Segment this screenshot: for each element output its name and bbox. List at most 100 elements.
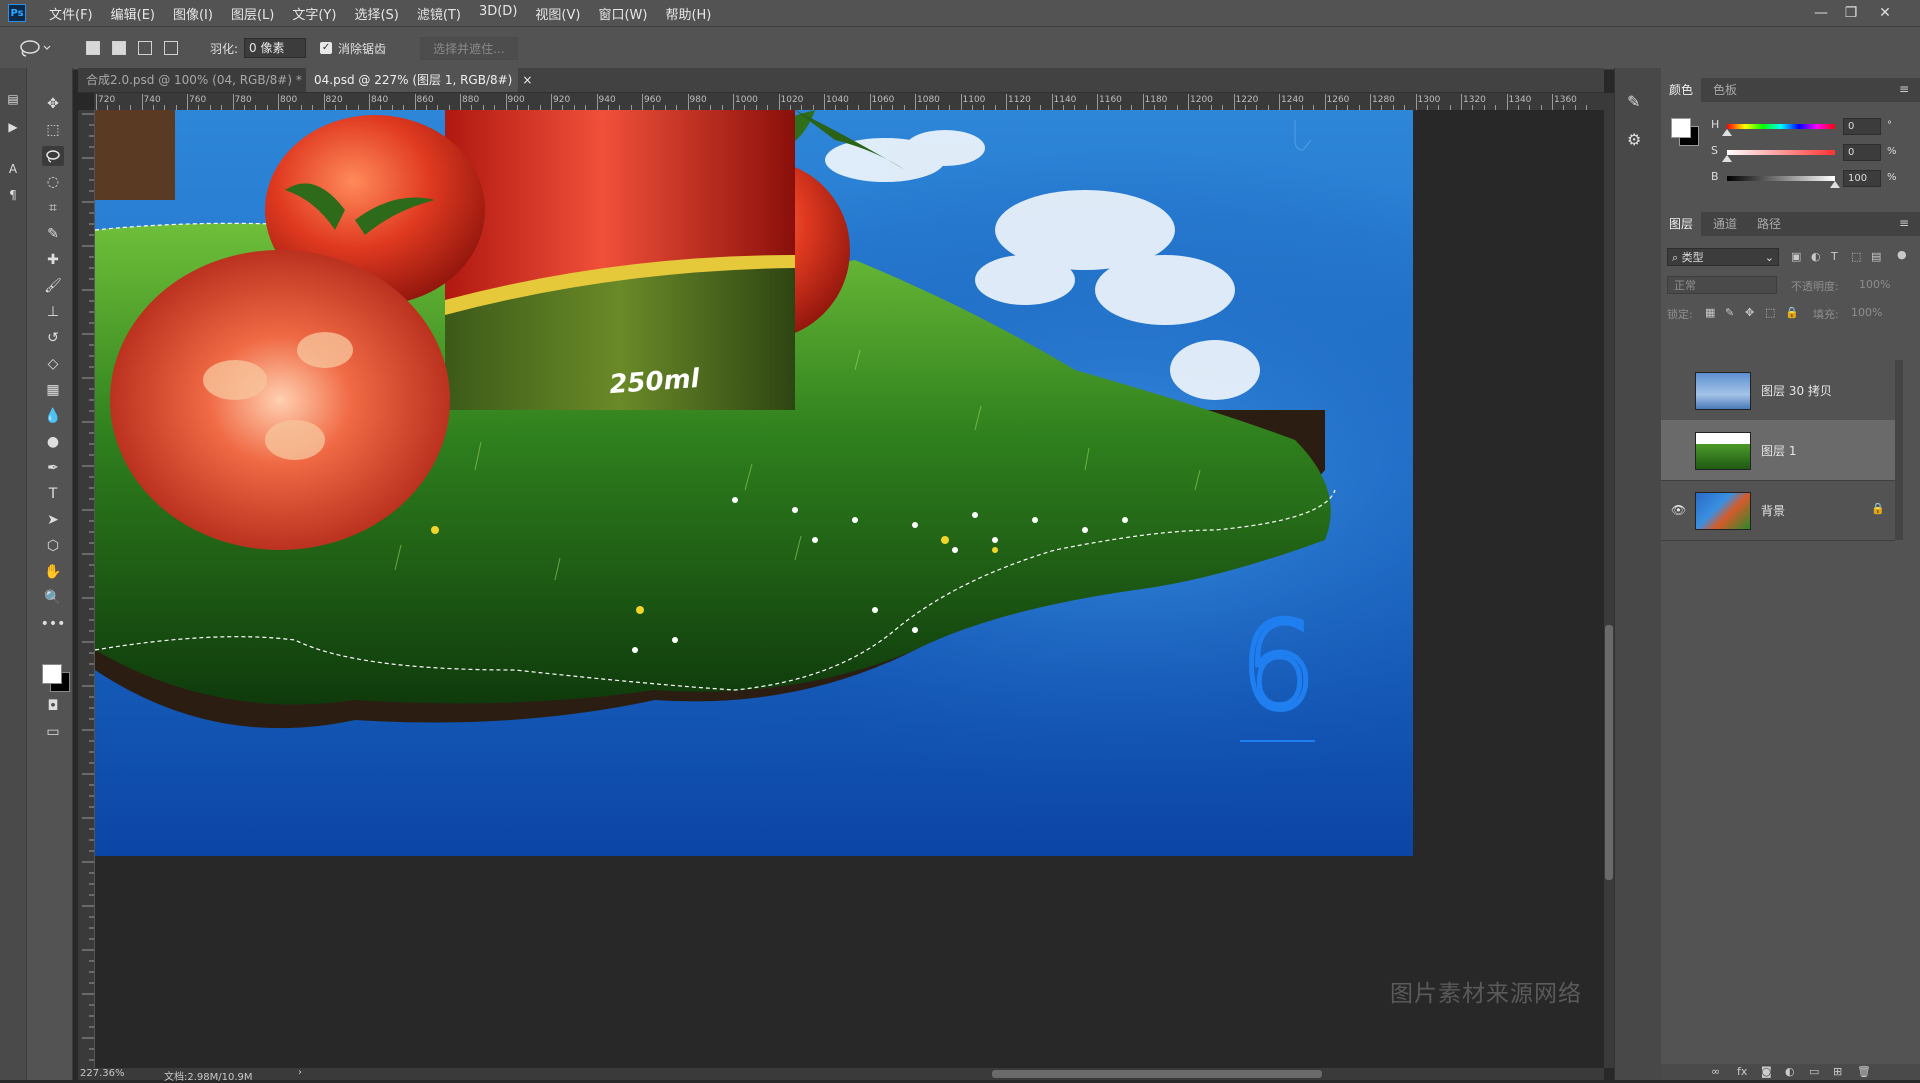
layer-row[interactable]: 👁 背景 🔒 bbox=[1661, 480, 1895, 541]
marquee-tool-icon[interactable]: ⬚ bbox=[42, 120, 64, 140]
history-icon[interactable]: ▤ bbox=[5, 90, 21, 108]
new-selection-icon[interactable] bbox=[86, 41, 100, 55]
tab-layers[interactable]: 图层 bbox=[1661, 212, 1702, 236]
filter-smart-object-icon[interactable]: ▤ bbox=[1871, 250, 1881, 263]
menu-item[interactable]: 文件(F) bbox=[40, 4, 102, 23]
antialias-checkbox[interactable]: ✓ bbox=[320, 42, 333, 54]
subtract-from-selection-icon[interactable] bbox=[138, 41, 152, 55]
tab-color[interactable]: 颜色 bbox=[1661, 78, 1702, 102]
close-button[interactable]: ✕ bbox=[1870, 0, 1900, 26]
blend-mode-select[interactable]: 正常 bbox=[1667, 276, 1777, 294]
more-tools-icon[interactable]: ••• bbox=[41, 614, 66, 634]
color-panel-foreground-swatch[interactable] bbox=[1671, 118, 1691, 138]
adjustment-layer-icon[interactable]: ◐ bbox=[1785, 1065, 1795, 1078]
filter-adjustment-icon[interactable]: ◐ bbox=[1811, 250, 1821, 263]
lock-transparent-icon[interactable]: ▦ bbox=[1705, 306, 1715, 319]
blur-tool-icon[interactable]: 💧 bbox=[42, 406, 64, 426]
tab-04-psd[interactable]: 04.psd @ 227% (图层 1, RGB/8#) × bbox=[306, 68, 532, 92]
layer-filter-select[interactable]: ⌕ 类型 ⌄ bbox=[1667, 248, 1779, 266]
shape-tool-icon[interactable]: ⬡ bbox=[42, 536, 64, 556]
menu-item[interactable]: 文字(Y) bbox=[283, 4, 345, 23]
path-selection-tool-icon[interactable]: ➤ bbox=[42, 510, 64, 530]
tab-swatches[interactable]: 色板 bbox=[1705, 78, 1745, 102]
brightness-track[interactable] bbox=[1727, 176, 1835, 181]
layers-scrollbar[interactable] bbox=[1895, 360, 1903, 540]
delete-layer-icon[interactable]: 🗑 bbox=[1857, 1065, 1871, 1078]
character-icon[interactable]: A bbox=[5, 160, 21, 178]
menu-item[interactable]: 选择(S) bbox=[345, 4, 407, 23]
link-layers-icon[interactable]: ∞ bbox=[1711, 1065, 1720, 1078]
panel-menu-icon[interactable]: ≡ bbox=[1899, 216, 1909, 230]
clone-stamp-tool-icon[interactable]: ⊥ bbox=[42, 302, 64, 322]
layer-row[interactable]: 图层 1 bbox=[1661, 420, 1895, 481]
eyedropper-tool-icon[interactable]: ✎ bbox=[42, 224, 64, 244]
filter-type-icon[interactable]: T bbox=[1831, 250, 1838, 263]
brightness-slider[interactable]: B 100 % bbox=[1711, 170, 1911, 192]
saturation-track[interactable] bbox=[1727, 150, 1835, 155]
status-arrow-icon[interactable]: › bbox=[298, 1067, 302, 1078]
filter-pixel-icon[interactable]: ▣ bbox=[1791, 250, 1801, 263]
lock-position-icon[interactable]: ✥ bbox=[1745, 306, 1754, 319]
foreground-color-swatch[interactable] bbox=[42, 664, 62, 684]
menu-item[interactable]: 窗口(W) bbox=[589, 4, 656, 23]
restore-button[interactable]: ❐ bbox=[1836, 0, 1866, 26]
tab-composite-psd[interactable]: 合成2.0.psd @ 100% (04, RGB/8#) *× bbox=[78, 68, 322, 92]
add-mask-icon[interactable]: ◙ bbox=[1761, 1065, 1772, 1078]
minimize-button[interactable]: — bbox=[1806, 0, 1836, 26]
lasso-tool-preset-icon[interactable] bbox=[14, 36, 54, 60]
brightness-value[interactable]: 100 bbox=[1843, 170, 1881, 187]
move-tool-icon[interactable]: ✥ bbox=[42, 94, 64, 114]
vertical-scrollbar[interactable] bbox=[1604, 93, 1614, 1068]
pen-tool-icon[interactable]: ✒ bbox=[42, 458, 64, 478]
new-layer-icon[interactable]: ⊞ bbox=[1833, 1065, 1842, 1078]
screen-mode-icon[interactable]: ▭ bbox=[42, 722, 64, 742]
add-to-selection-icon[interactable] bbox=[112, 41, 126, 55]
quick-mask-icon[interactable]: ◘ bbox=[42, 696, 64, 716]
brightness-knob[interactable] bbox=[1830, 181, 1840, 188]
fill-value[interactable]: 100% bbox=[1851, 306, 1882, 319]
intersect-selection-icon[interactable] bbox=[164, 41, 178, 55]
eraser-tool-icon[interactable]: ◇ bbox=[42, 354, 64, 374]
menu-item[interactable]: 视图(V) bbox=[526, 4, 589, 23]
hue-track[interactable] bbox=[1727, 124, 1835, 129]
zoom-tool-icon[interactable]: 🔍 bbox=[42, 588, 64, 608]
feather-input[interactable]: 0 像素 bbox=[244, 38, 307, 58]
close-icon[interactable]: × bbox=[522, 73, 532, 87]
lock-artboard-icon[interactable]: ⬚ bbox=[1765, 306, 1775, 319]
layer-row[interactable]: 图层 30 拷贝 bbox=[1661, 360, 1895, 421]
fx-icon[interactable]: fx bbox=[1737, 1065, 1747, 1078]
menu-item[interactable]: 3D(D) bbox=[470, 4, 526, 23]
healing-brush-tool-icon[interactable]: ✚ bbox=[42, 250, 64, 270]
dodge-tool-icon[interactable]: ● bbox=[42, 432, 64, 452]
menu-item[interactable]: 图像(I) bbox=[164, 4, 222, 23]
saturation-slider[interactable]: S 0 % bbox=[1711, 144, 1911, 166]
filter-toggle-icon[interactable]: ● bbox=[1897, 248, 1907, 261]
hand-tool-icon[interactable]: ✋ bbox=[42, 562, 64, 582]
properties-icon[interactable]: ⚙ bbox=[1627, 130, 1641, 149]
hue-value[interactable]: 0 bbox=[1843, 118, 1881, 135]
lasso-tool-icon[interactable] bbox=[42, 146, 64, 166]
saturation-value[interactable]: 0 bbox=[1843, 144, 1881, 161]
menu-item[interactable]: 滤镜(T) bbox=[408, 4, 470, 23]
filter-shape-icon[interactable]: ⬚ bbox=[1851, 250, 1861, 263]
select-and-mask-button[interactable]: 选择并遮住... bbox=[420, 36, 518, 60]
tab-channels[interactable]: 通道 bbox=[1705, 212, 1745, 236]
hue-knob[interactable] bbox=[1722, 129, 1732, 136]
quick-selection-tool-icon[interactable]: ◌ bbox=[42, 172, 64, 192]
brush-tool-icon[interactable]: 🖌 bbox=[42, 276, 64, 296]
lock-all-icon[interactable]: 🔒 bbox=[1785, 306, 1799, 319]
horizontal-scroll-thumb[interactable] bbox=[992, 1070, 1322, 1078]
menu-item[interactable]: 图层(L) bbox=[222, 4, 283, 23]
actions-play-icon[interactable]: ▶ bbox=[5, 118, 21, 136]
new-group-icon[interactable]: ▭ bbox=[1809, 1065, 1819, 1078]
type-tool-icon[interactable]: T bbox=[42, 484, 64, 504]
paragraph-icon[interactable]: ¶ bbox=[5, 186, 21, 204]
lock-image-icon[interactable]: ✎ bbox=[1725, 306, 1734, 319]
menu-item[interactable]: 帮助(H) bbox=[656, 4, 720, 23]
saturation-knob[interactable] bbox=[1722, 155, 1732, 162]
zoom-level[interactable]: 227.36% bbox=[80, 1068, 125, 1079]
eye-icon[interactable]: 👁 bbox=[1671, 503, 1686, 517]
vertical-scroll-thumb[interactable] bbox=[1605, 625, 1613, 880]
menu-item[interactable]: 编辑(E) bbox=[102, 4, 164, 23]
opacity-value[interactable]: 100% bbox=[1859, 278, 1890, 291]
